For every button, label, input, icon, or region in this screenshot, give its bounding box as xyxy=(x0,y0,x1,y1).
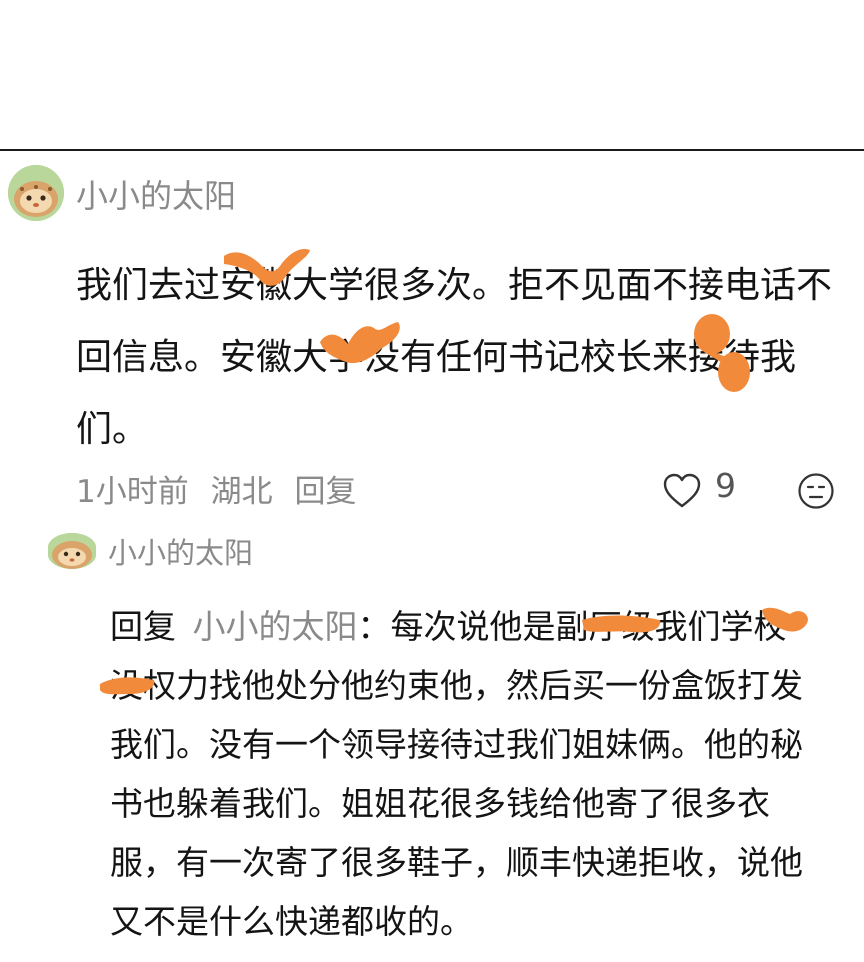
section-divider xyxy=(0,149,864,151)
avatar[interactable] xyxy=(8,165,64,221)
reply-target-username[interactable]: 小小的太阳 xyxy=(193,607,358,646)
comment-location: 湖北 xyxy=(210,474,273,510)
comment-username[interactable]: 小小的太阳 xyxy=(76,176,236,216)
emoji-icon[interactable] xyxy=(797,472,835,510)
reply-username[interactable]: 小小的太阳 xyxy=(108,534,253,572)
reply-text: 回复 小小的太阳：每次说他是副厅级我们学校没权力找他处分他约束他，然后买一份盒饭… xyxy=(110,597,810,951)
reply-separator: ： xyxy=(357,607,391,646)
reply-body: 每次说他是副厅级我们学校没权力找他处分他约束他，然后买一份盒饭打发我们。没有一个… xyxy=(110,607,803,941)
comment-text: 我们去过安徽大学很多次。拒不见面不接电话不回信息。安徽大学没有任何书记校长来接待… xyxy=(76,265,833,450)
comment-page: 小小的太阳 我们去过安徽大学很多次。拒不见面不接电话不回信息。安徽大学没有任何书… xyxy=(0,0,864,962)
reply-prefix: 回复 xyxy=(110,607,176,646)
heart-icon[interactable] xyxy=(662,472,702,510)
comment-meta: 1小时前 湖北 回复 xyxy=(76,472,368,512)
like-count: 9 xyxy=(715,466,736,505)
reply-avatar[interactable] xyxy=(48,533,96,569)
reply-button[interactable]: 回复 xyxy=(294,474,356,510)
comment-time: 1小时前 xyxy=(76,474,189,510)
blank-header-area xyxy=(0,0,864,150)
